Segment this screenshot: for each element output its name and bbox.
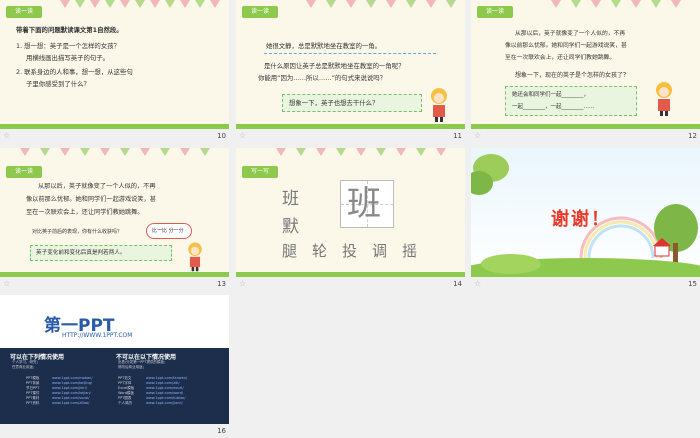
slide-footer: ☆ 10 <box>0 129 229 143</box>
fill-line-1: 她还会和同学们一起________， <box>512 92 590 98</box>
transition-star-icon: ☆ <box>3 131 11 140</box>
char-grid: 班 <box>340 180 394 228</box>
slide-thumb-16[interactable]: 第一PPT HTTP://WWW.1PPT.COM 可以在下列情况使用 不可以在… <box>0 295 229 438</box>
transition-star-icon: ☆ <box>474 131 482 140</box>
girl-icon <box>188 242 202 272</box>
slide-number: 13 <box>217 280 226 288</box>
slide-footer: ☆ 12 <box>471 129 700 143</box>
slide-canvas: 读一读 她很文静，总是默默地坐在教室的一角。 是什么原因让英子总是默默地坐在教室… <box>236 0 465 129</box>
link[interactable]: www.1ppt.com/jianli/ <box>146 401 183 406</box>
slide-number: 14 <box>453 280 462 288</box>
summary-box: 英子变化前和变化后真是判若两人。 <box>30 245 172 261</box>
slide-footer: ☆ 11 <box>236 129 465 143</box>
slide-canvas: 读一读 从那以后，英子就像变了一个人似的，不再 像以前那么忧郁。她和同学们一起游… <box>0 148 229 277</box>
slide-number: 12 <box>688 132 697 140</box>
slide-canvas: 读一读 从那以后，英子就像变了一个人似的，不再 像以前那么忧郁。她和同学们一起游… <box>471 0 700 129</box>
slide-thumb-10[interactable]: 读一读 带着下面的问题默读课文第1自然段。 1. 想一想：英子是一个怎样的女孩？… <box>0 0 229 143</box>
slide-thumb-11[interactable]: 读一读 她很文静，总是默默地坐在教室的一角。 是什么原因让英子总是默默地坐在教室… <box>236 0 465 143</box>
slide-canvas: 第一PPT HTTP://WWW.1PPT.COM 可以在下列情况使用 不可以在… <box>0 295 229 424</box>
tag-label: 读一读 <box>6 166 42 178</box>
slide-thumb-13[interactable]: 读一读 从那以后，英子就像变了一个人似的，不再 像以前那么忧郁。她和同学们一起游… <box>0 148 229 291</box>
question-2b: 子里你感受到了什么？ <box>26 80 90 88</box>
para-line-2: 像以前那么忧郁。她和同学们一起游戏说笑，甚 <box>505 43 627 49</box>
transition-star-icon: ☆ <box>3 279 11 288</box>
question: 对比英子前后的表现，你有什么收获吗？ <box>32 229 123 235</box>
slide-canvas: 谢谢！ <box>471 148 700 277</box>
question-1b: 用横线画出描写英子的句子。 <box>26 54 110 62</box>
slide-footer: ☆ 15 <box>471 277 700 291</box>
slide-number: 10 <box>217 132 226 140</box>
info-band: 可以在下列情况使用 不可以在以下情况使用 个人学习、研究； 任意商业用途； 出售… <box>0 348 229 424</box>
char-5: 投 <box>342 242 358 260</box>
speech-bubble: 比一比 分一分 <box>146 223 192 239</box>
para-line-1: 从那以后，英子就像变了一个人似的，不再 <box>38 183 156 190</box>
fill-box: 她还会和同学们一起________， 一起________，一起________… <box>505 86 637 116</box>
char-7: 摇 <box>402 242 418 260</box>
fill-line-2: 一起________，一起________…… <box>512 104 595 110</box>
link[interactable]: www.1ppt.com/ziliao/ <box>52 401 89 406</box>
char-2: 默 <box>282 217 299 237</box>
thanks-title: 谢谢！ <box>551 209 611 230</box>
slide-number: 11 <box>453 132 462 140</box>
instruction: 带着下面的问题默读课文第1自然段。 <box>16 26 123 34</box>
label: 个人简历 <box>118 401 132 405</box>
prompt-box: 想象一下，英子也想去干什么？ <box>282 94 422 112</box>
bubble-text: 比一比 分一分 <box>152 228 184 234</box>
char-3: 腿 <box>282 242 298 260</box>
slide-thumb-15[interactable]: 谢谢！ ☆ 15 <box>471 148 700 291</box>
para-line-2: 像以前那么忧郁。她和同学们一起游戏说笑，甚 <box>26 196 156 203</box>
slide-number: 15 <box>688 280 697 288</box>
sentence: 她很文静，总是默默地坐在教室的一角。 <box>266 42 382 50</box>
summary-text: 英子变化前和变化后真是判若两人。 <box>36 250 126 256</box>
slide-sorter: 读一读 带着下面的问题默读课文第1自然段。 1. 想一想：英子是一个怎样的女孩？… <box>0 0 700 438</box>
prompt-text: 想象一下，英子也想去干什么？ <box>289 99 379 107</box>
label: PPT资料 <box>26 401 40 405</box>
slide-footer: ☆ 13 <box>0 277 229 291</box>
question: 是什么原因让英子总是默默地坐在教室的一角呢？ <box>264 62 405 70</box>
slide-canvas: 写一写 班 默 班 腿 轮 投 调 摇 <box>236 148 465 277</box>
divider <box>264 53 436 54</box>
slide-number: 16 <box>217 427 226 435</box>
tag-label: 读一读 <box>242 6 278 18</box>
brand-url: HTTP://WWW.1PPT.COM <box>62 332 133 339</box>
char-1: 班 <box>282 189 299 209</box>
tag-label: 读一读 <box>6 6 42 18</box>
para-line-3: 至在一次联欢会上，还让同学们教她跳舞。 <box>505 55 616 61</box>
forbidden-2: 修改后商业用途； <box>118 365 146 369</box>
big-char: 班 <box>347 184 381 224</box>
girl-icon <box>656 82 672 116</box>
tag-label: 写一写 <box>242 166 278 178</box>
char-6: 调 <box>372 242 388 260</box>
girl-icon <box>431 88 447 122</box>
allowed-2: 任意商业用途； <box>12 365 37 369</box>
slide-canvas: 读一读 带着下面的问题默读课文第1自然段。 1. 想一想：英子是一个怎样的女孩？… <box>0 0 229 129</box>
slide-thumb-14[interactable]: 写一写 班 默 班 腿 轮 投 调 摇 ☆ 14 <box>236 148 465 291</box>
question-1: 1. 想一想：英子是一个怎样的女孩？ <box>16 42 120 50</box>
slide-thumb-12[interactable]: 读一读 从那以后，英子就像变了一个人似的，不再 像以前那么忧郁。她和同学们一起游… <box>471 0 700 143</box>
transition-star-icon: ☆ <box>239 279 247 288</box>
char-4: 轮 <box>312 242 328 260</box>
question-2: 2. 联系身边的人和事，想一想，从这些句 <box>16 68 133 76</box>
transition-star-icon: ☆ <box>239 131 247 140</box>
para-line-1: 从那以后，英子就像变了一个人似的，不再 <box>515 31 626 37</box>
slide-footer: 16 <box>0 424 229 438</box>
question-2: 你能用“因为……所以……”的句式来说说吗？ <box>258 74 387 82</box>
tag-label: 读一读 <box>477 6 513 18</box>
transition-star-icon: ☆ <box>474 279 482 288</box>
slide-footer: ☆ 14 <box>236 277 465 291</box>
question: 想象一下，现在的英子是个怎样的女孩了？ <box>515 72 630 79</box>
para-line-3: 至在一次联欢会上，还让同学们教她跳舞。 <box>26 209 144 216</box>
